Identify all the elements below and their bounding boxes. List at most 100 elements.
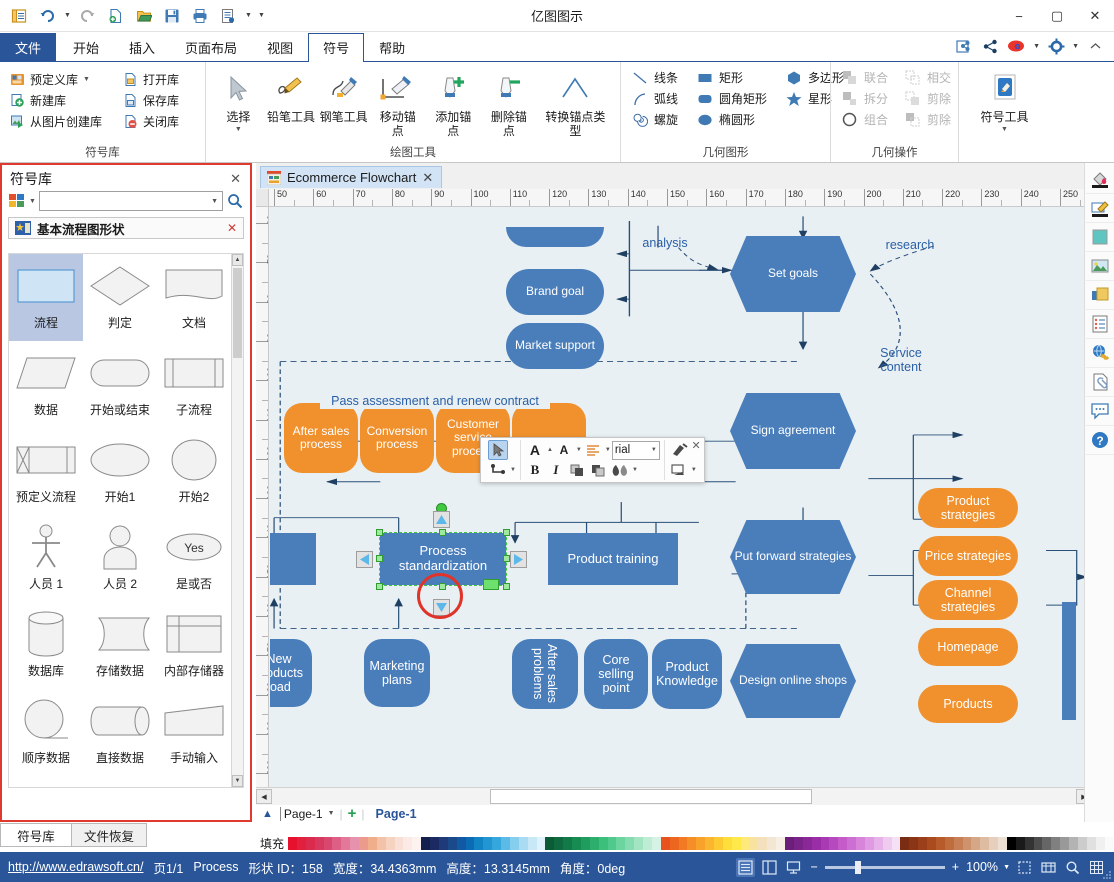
node-left-cut[interactable] bbox=[270, 533, 316, 585]
chevron-down-icon[interactable]: ▼ bbox=[328, 810, 335, 817]
library-type-caret[interactable]: ▼ bbox=[29, 198, 36, 205]
fill-swatch[interactable] bbox=[793, 837, 803, 850]
scroll-thumb[interactable] bbox=[233, 268, 242, 358]
edraw-website-link[interactable]: http://www.edrawsoft.cn/ bbox=[8, 860, 143, 874]
fill-swatch[interactable] bbox=[909, 837, 919, 850]
fill-swatch[interactable] bbox=[288, 837, 297, 850]
fill-swatch[interactable] bbox=[447, 837, 457, 850]
fill-swatch[interactable] bbox=[341, 837, 351, 850]
close-button[interactable]: ✕ bbox=[1076, 0, 1114, 32]
hyperlink-icon[interactable] bbox=[1085, 339, 1114, 368]
zoom-in-button[interactable]: + bbox=[952, 860, 959, 874]
fill-swatch[interactable] bbox=[412, 837, 422, 850]
fill-swatch[interactable] bbox=[1024, 837, 1034, 850]
selection-handle-e[interactable] bbox=[503, 555, 510, 562]
fill-swatches[interactable] bbox=[288, 837, 1114, 850]
scroll-up-button[interactable]: ▲ bbox=[232, 254, 243, 266]
symbol-library-section-header[interactable]: 基本流程图形状 ✕ bbox=[8, 217, 244, 239]
resize-grip-icon[interactable] bbox=[1102, 870, 1112, 880]
fill-swatch[interactable] bbox=[492, 837, 502, 850]
italic-button[interactable]: I bbox=[546, 460, 566, 480]
symbol-item-card[interactable] bbox=[9, 776, 83, 787]
node-core-selling-point[interactable]: Core selling point bbox=[584, 639, 648, 709]
fill-swatch[interactable] bbox=[403, 837, 413, 850]
symbol-item-process[interactable]: 流程 bbox=[9, 254, 83, 341]
theme-color-icon[interactable] bbox=[1085, 223, 1114, 252]
fill-swatch[interactable] bbox=[430, 837, 439, 850]
scroll-down-button[interactable]: ▼ bbox=[232, 775, 243, 787]
fill-swatch[interactable] bbox=[687, 837, 697, 850]
selection-handle-ne[interactable] bbox=[503, 529, 510, 536]
save-quick-icon[interactable] bbox=[6, 4, 32, 28]
shape-spiral-button[interactable]: 螺旋 bbox=[627, 110, 682, 129]
fill-swatch[interactable] bbox=[1095, 837, 1105, 850]
line-color-icon[interactable] bbox=[588, 460, 608, 480]
fill-swatch[interactable] bbox=[421, 837, 431, 850]
canvas-scroll-left-button[interactable]: ◀ bbox=[256, 789, 272, 804]
fill-swatch[interactable] bbox=[980, 837, 990, 850]
fill-swatch[interactable] bbox=[554, 837, 564, 850]
shape-line-button[interactable]: 线条 bbox=[627, 68, 682, 87]
fit-width-icon[interactable] bbox=[1039, 858, 1058, 877]
shape-ellipse-button[interactable]: 椭圆形 bbox=[692, 110, 771, 129]
fill-swatch[interactable] bbox=[749, 837, 759, 850]
symbol-item-direct-data[interactable]: 直接数据 bbox=[83, 689, 157, 776]
font-name-input[interactable]: rial ▼ bbox=[611, 440, 660, 460]
canvas-horizontal-scrollbar[interactable]: ◀ ▶ bbox=[256, 787, 1092, 805]
theme-color-icon[interactable] bbox=[609, 460, 630, 480]
zoom-slider-thumb[interactable] bbox=[854, 860, 861, 874]
node-conversion-process[interactable]: Conversion process bbox=[360, 403, 434, 473]
fill-swatch[interactable] bbox=[589, 837, 599, 850]
node-price-strategies[interactable]: Price strategies bbox=[918, 536, 1018, 576]
selection-handle-nw[interactable] bbox=[376, 529, 383, 536]
node-marketing-plans[interactable]: Marketing plans bbox=[364, 639, 430, 707]
selection-handle-n[interactable] bbox=[439, 529, 446, 536]
fill-swatch[interactable] bbox=[563, 837, 573, 850]
fill-swatch[interactable] bbox=[856, 837, 865, 850]
node-market-support[interactable]: Market support bbox=[506, 323, 604, 369]
add-anchor-button[interactable]: 添加锚点 bbox=[426, 65, 482, 139]
fill-swatch[interactable] bbox=[323, 837, 333, 850]
convert-anchor-button[interactable]: 转换锚点类型 bbox=[537, 65, 614, 139]
fill-swatch[interactable] bbox=[882, 837, 892, 850]
settings-gear-icon[interactable] bbox=[1043, 33, 1069, 59]
symbol-item-manual-input[interactable]: 手动输入 bbox=[157, 689, 231, 776]
diagram-canvas[interactable]: Brand goal Market support Set goals Sign… bbox=[270, 207, 1091, 787]
fill-swatch[interactable] bbox=[1104, 837, 1114, 850]
fill-swatch[interactable] bbox=[864, 837, 874, 850]
fill-swatch[interactable] bbox=[598, 837, 608, 850]
selection-handle-sw[interactable] bbox=[376, 583, 383, 590]
fill-swatch[interactable] bbox=[625, 837, 635, 850]
fill-swatch[interactable] bbox=[847, 837, 857, 850]
quick-connect-left-button[interactable] bbox=[356, 551, 373, 568]
symbol-item-person1[interactable]: 人员 1 bbox=[9, 515, 83, 602]
node-right-bar[interactable] bbox=[1062, 602, 1076, 720]
node-brand-goal[interactable]: Brand goal bbox=[506, 269, 604, 315]
fill-swatch[interactable] bbox=[465, 837, 475, 850]
print-icon[interactable] bbox=[187, 4, 213, 28]
node-new-products-load[interactable]: New products load bbox=[270, 639, 312, 707]
fill-swatch[interactable] bbox=[660, 837, 670, 850]
fill-swatch[interactable] bbox=[838, 837, 848, 850]
delete-anchor-button[interactable]: 删除锚点 bbox=[481, 65, 537, 139]
align-icon[interactable] bbox=[583, 440, 603, 460]
symbol-item-person2[interactable]: 人员 2 bbox=[83, 515, 157, 602]
save-library-button[interactable]: 保存库 bbox=[119, 90, 184, 111]
fill-swatch[interactable] bbox=[1077, 837, 1087, 850]
move-anchor-button[interactable]: 移动锚点 bbox=[370, 65, 426, 139]
presentation-view-icon[interactable] bbox=[784, 858, 803, 877]
fill-swatch[interactable] bbox=[651, 837, 661, 850]
shadow-icon[interactable] bbox=[669, 460, 689, 480]
fill-swatch[interactable] bbox=[1060, 837, 1070, 850]
symbol-item-sequential-data[interactable]: 顺序数据 bbox=[9, 689, 83, 776]
account-icon[interactable] bbox=[1004, 33, 1030, 59]
symbol-item-database[interactable]: 数据库 bbox=[9, 602, 83, 689]
fill-swatch[interactable] bbox=[456, 837, 466, 850]
shadow-caret[interactable]: ▼ bbox=[691, 467, 697, 473]
fill-swatch[interactable] bbox=[944, 837, 954, 850]
account-dropdown-caret[interactable]: ▼ bbox=[1031, 43, 1042, 50]
share-export-icon[interactable] bbox=[950, 33, 976, 59]
collapse-ribbon-icon[interactable] bbox=[1082, 33, 1108, 59]
fill-swatch[interactable] bbox=[509, 837, 519, 850]
page-list-value[interactable]: Page-1 bbox=[279, 806, 323, 821]
